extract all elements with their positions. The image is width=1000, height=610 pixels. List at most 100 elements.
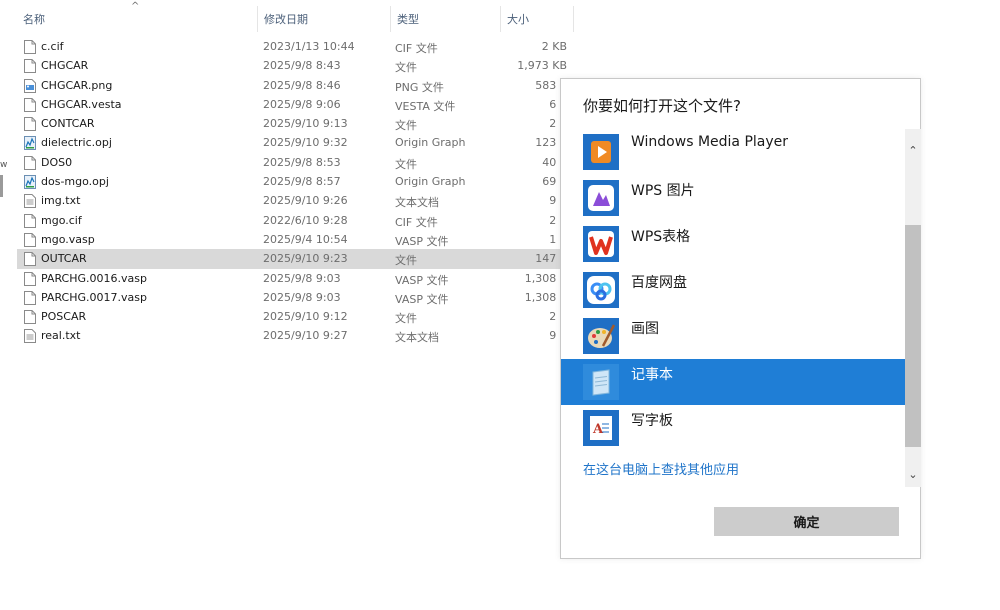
file-date: 2023/1/13 10:44 (263, 40, 355, 53)
file-row[interactable]: img.txt 2025/9/10 9:26 文本文档 9 K (17, 191, 577, 210)
app-option[interactable]: WPS表格 (561, 221, 906, 267)
app-list-scrollbar[interactable]: ⌃ ⌄ (905, 129, 921, 487)
file-size: 2 K (549, 310, 567, 324)
file-size: 9 K (549, 329, 567, 343)
find-other-apps-link[interactable]: 在这台电脑上查找其他应用 (583, 459, 739, 478)
baidu-netdisk-icon (583, 272, 619, 308)
app-option-label: 记事本 (631, 367, 673, 383)
file-type: PNG 文件 (395, 80, 444, 94)
app-option[interactable]: 记事本 (561, 359, 906, 405)
text-file-icon (24, 194, 36, 209)
file-name: PARCHG.0016.vasp (41, 271, 147, 285)
wps-spreadsheet-icon (583, 226, 619, 262)
file-row[interactable]: CHGCAR 2025/9/8 8:43 文件 1,973 KB (17, 56, 577, 75)
file-type: 文本文档 (395, 331, 439, 345)
windows-media-player-icon (583, 134, 619, 170)
file-name: real.txt (41, 329, 81, 343)
column-header-size-label: 大小 (507, 13, 529, 26)
app-option[interactable]: WPS 图片 (561, 175, 906, 221)
column-header-size[interactable]: 大小 (500, 6, 574, 32)
dialog-title: 你要如何打开这个文件? (583, 97, 741, 115)
file-row[interactable]: CONTCAR 2025/9/10 9:13 文件 2 K (17, 114, 577, 133)
open-with-dialog: 你要如何打开这个文件? Windows Media Player WPS 图片 WP… (560, 78, 921, 559)
file-date: 2025/9/10 9:12 (263, 310, 348, 324)
file-icon (24, 290, 36, 305)
file-type: VESTA 文件 (395, 99, 456, 113)
app-option-label: WPS表格 (631, 229, 691, 245)
file-row[interactable]: OUTCAR 2025/9/10 9:23 文件 147 K (17, 249, 577, 269)
left-edge-glyph: w (0, 160, 8, 170)
paint-icon (583, 318, 619, 354)
file-date: 2025/9/8 9:03 (263, 290, 341, 304)
ok-button[interactable]: 确定 (714, 507, 899, 536)
file-date: 2025/9/10 9:13 (263, 117, 348, 131)
file-type: 文本文档 (395, 196, 439, 210)
file-name: dos-mgo.opj (41, 175, 109, 189)
origin-graph-icon (24, 136, 36, 151)
app-option[interactable]: Windows Media Player (561, 129, 906, 175)
file-row[interactable]: real.txt 2025/9/10 9:27 文本文档 9 K (17, 326, 577, 345)
app-list: Windows Media Player WPS 图片 WPS表格百度网盘画图记事本… (561, 129, 906, 487)
file-icon (24, 117, 36, 132)
file-type: 文件 (395, 61, 417, 75)
file-date: 2025/9/4 10:54 (263, 232, 348, 246)
file-row[interactable]: PARCHG.0017.vasp 2025/9/8 9:03 VASP 文件 1,30… (17, 288, 577, 307)
text-file-icon (24, 329, 36, 344)
file-row[interactable]: dielectric.opj 2025/9/10 9:32 Origin Graph… (17, 133, 577, 152)
file-name: img.txt (41, 194, 81, 208)
file-row[interactable]: c.cif 2023/1/13 10:44 CIF 文件 2 KB (17, 37, 577, 56)
file-size: 147 K (535, 252, 567, 266)
file-row[interactable]: CHGCAR.png 2025/9/8 8:46 PNG 文件 583 K (17, 76, 577, 95)
file-name: mgo.vasp (41, 232, 95, 246)
file-list: c.cif 2023/1/13 10:44 CIF 文件 2 KB CHGCAR 2025… (17, 37, 577, 346)
file-name: CHGCAR.png (41, 78, 113, 92)
file-type: VASP 文件 (395, 273, 449, 287)
app-option-label: 百度网盘 (631, 275, 687, 291)
app-option[interactable]: 画图 (561, 313, 906, 359)
column-header-type[interactable]: 类型 (390, 6, 500, 32)
file-type: 文件 (395, 312, 417, 326)
file-type: Origin Graph (395, 136, 466, 150)
origin-graph-icon (24, 175, 36, 190)
file-type: 文件 (395, 119, 417, 133)
file-name: c.cif (41, 40, 64, 53)
file-date: 2025/9/8 9:03 (263, 271, 341, 285)
file-size: 40 K (542, 155, 567, 169)
file-name: dielectric.opj (41, 136, 112, 150)
file-row[interactable]: CHGCAR.vesta 2025/9/8 9:06 VESTA 文件 6 K (17, 95, 577, 114)
left-pane-edge (0, 175, 3, 197)
file-size: 1,308 K (524, 290, 567, 304)
file-row[interactable]: PARCHG.0016.vasp 2025/9/8 9:03 VASP 文件 1,30… (17, 269, 577, 288)
file-icon (24, 271, 36, 286)
file-row[interactable]: mgo.cif 2022/6/10 9:28 CIF 文件 2 K (17, 211, 577, 230)
file-type: CIF 文件 (395, 42, 438, 55)
file-name: POSCAR (41, 310, 87, 324)
column-header-date[interactable]: 修改日期 (257, 6, 390, 32)
file-icon (24, 310, 36, 325)
file-date: 2025/9/8 8:53 (263, 155, 341, 169)
file-icon (24, 213, 36, 228)
file-size: 1,973 KB (517, 59, 567, 73)
file-icon (24, 252, 36, 267)
scrollbar-thumb[interactable] (905, 225, 921, 447)
app-option-label: Windows Media Player (631, 134, 789, 150)
file-size: 123 K (535, 136, 567, 150)
file-date: 2022/6/10 9:28 (263, 213, 348, 227)
file-date: 2025/9/8 9:06 (263, 97, 341, 111)
app-option-label: 画图 (631, 321, 659, 337)
file-size: 2 K (549, 213, 567, 227)
file-type: CIF 文件 (395, 215, 438, 229)
file-row[interactable]: mgo.vasp 2025/9/4 10:54 VASP 文件 1 K (17, 230, 577, 249)
app-option[interactable]: 百度网盘 (561, 267, 906, 313)
file-date: 2025/9/8 8:43 (263, 59, 341, 73)
file-date: 2025/9/10 9:26 (263, 194, 348, 208)
column-header-name[interactable]: 名称 (17, 6, 257, 32)
file-row[interactable]: dos-mgo.opj 2025/9/8 8:57 Origin Graph 69 K (17, 172, 577, 191)
scroll-down-icon[interactable]: ⌄ (905, 467, 921, 483)
file-row[interactable]: POSCAR 2025/9/10 9:12 文件 2 K (17, 307, 577, 326)
file-row[interactable]: DOS0 2025/9/8 8:53 文件 40 K (17, 153, 577, 172)
file-size: 583 K (535, 78, 567, 92)
app-option-label: 写字板 (631, 413, 673, 429)
app-option[interactable]: A 写字板 (561, 405, 906, 451)
scroll-up-icon[interactable]: ⌃ (905, 143, 921, 159)
